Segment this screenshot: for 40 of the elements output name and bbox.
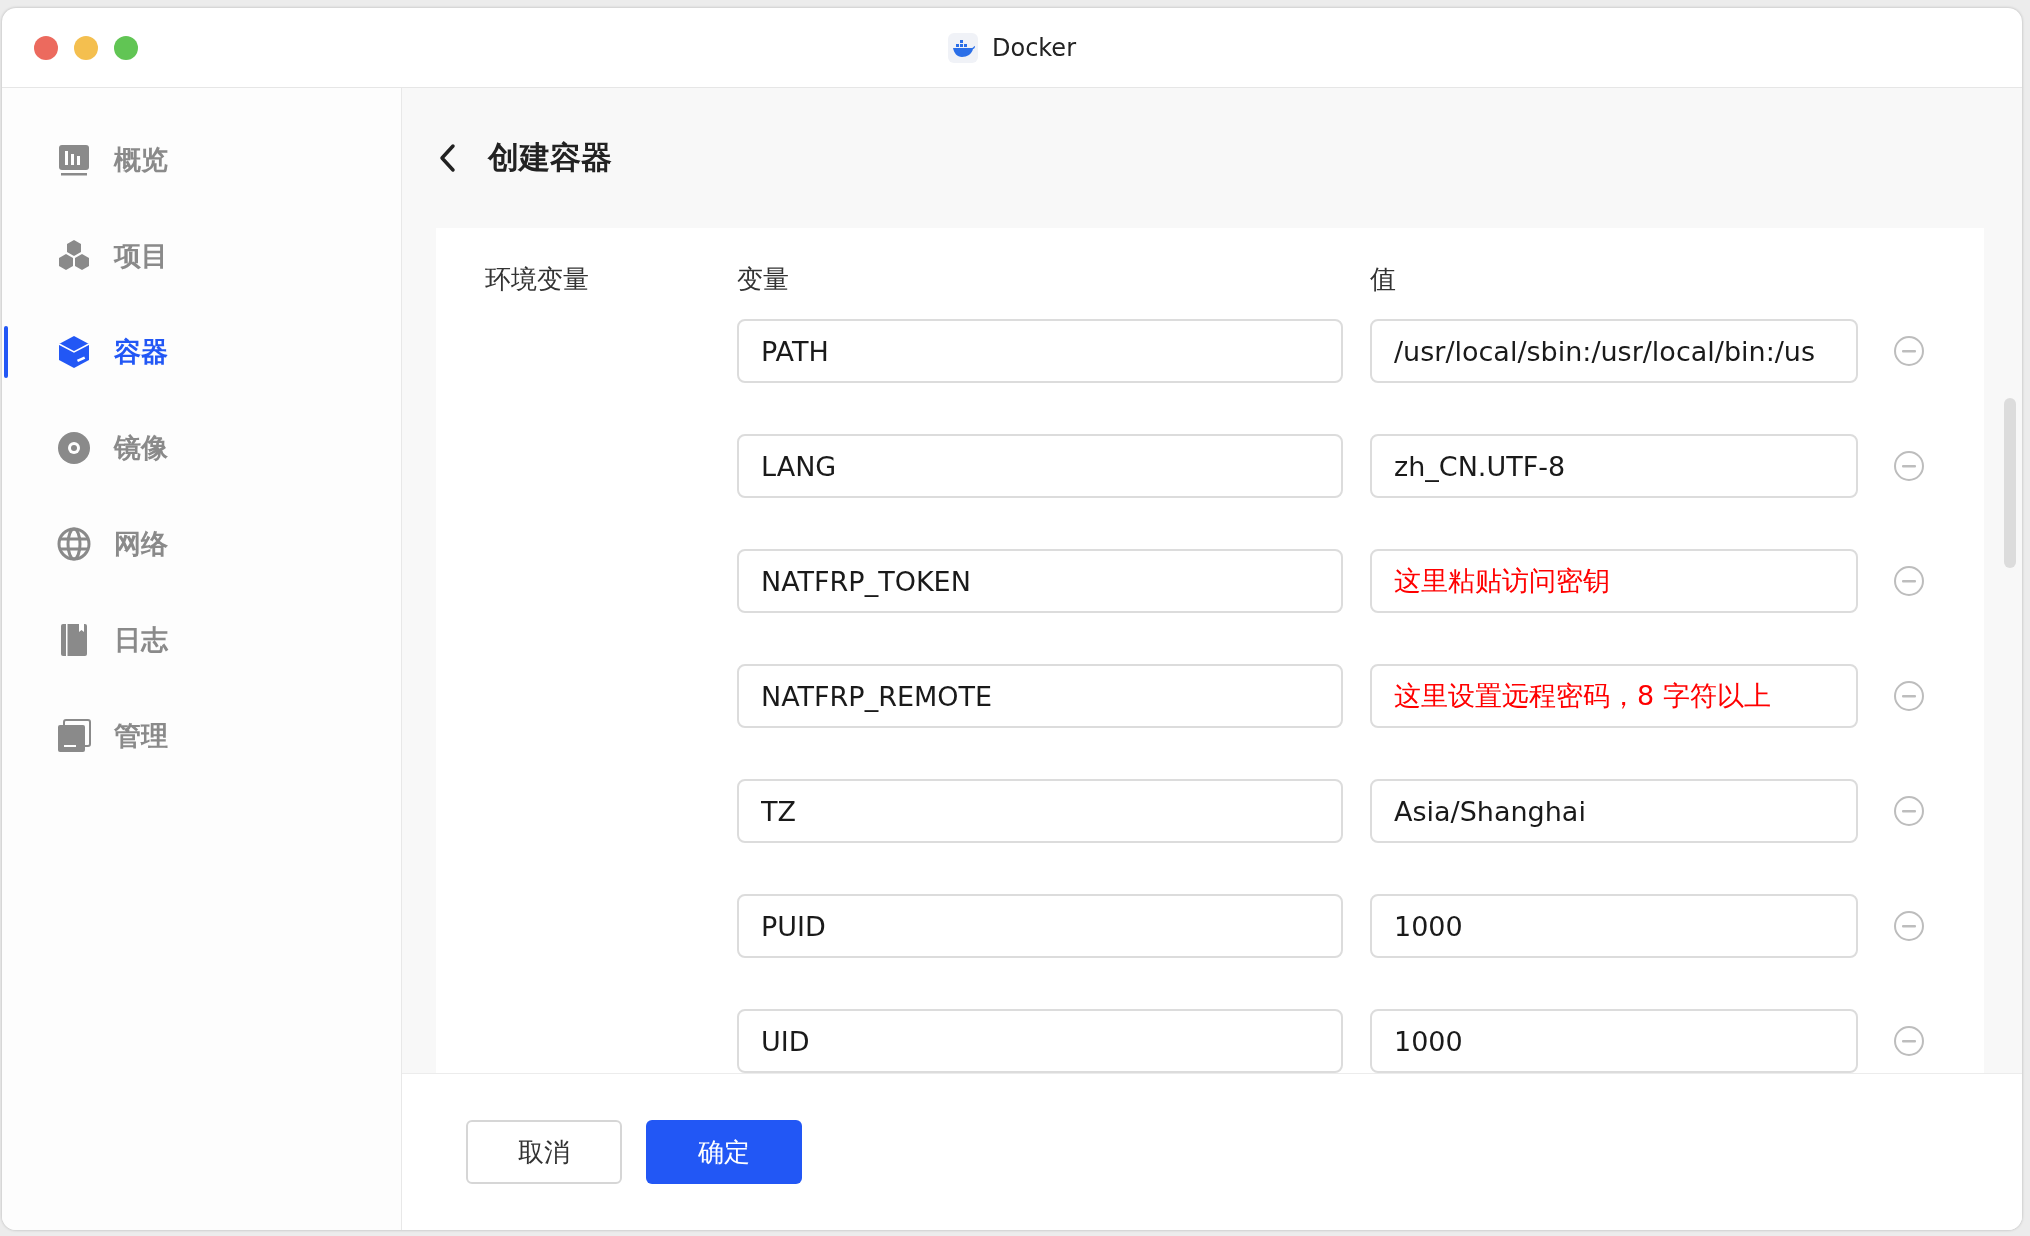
variable-input[interactable]: PATH (737, 319, 1343, 383)
remove-icon[interactable] (1893, 450, 1925, 482)
remove-icon[interactable] (1893, 795, 1925, 827)
remove-icon[interactable] (1893, 910, 1925, 942)
scrollbar-thumb[interactable] (2004, 398, 2016, 568)
globe-icon (56, 526, 92, 562)
variable-input[interactable]: NATFRP_TOKEN (737, 549, 1343, 613)
page-title: 创建容器 (488, 138, 612, 177)
value-input[interactable]: 1000 (1370, 1009, 1858, 1073)
zoom-button[interactable] (114, 35, 138, 60)
minimize-button[interactable] (74, 35, 98, 60)
remove-icon[interactable] (1893, 335, 1925, 367)
value-input[interactable]: /usr/local/sbin:/usr/local/bin:/us (1370, 319, 1858, 383)
value-input[interactable]: Asia/Shanghai (1370, 779, 1858, 843)
section-label: 环境变量 (485, 263, 590, 296)
remove-icon[interactable] (1893, 680, 1925, 712)
column-header: 值 (1370, 263, 1397, 296)
cancel-button[interactable]: 取消 (466, 1120, 622, 1184)
window-stack-icon (56, 718, 92, 754)
remove-icon[interactable] (1893, 1025, 1925, 1057)
chevron-left-icon (438, 143, 456, 173)
close-button[interactable] (34, 35, 58, 60)
window-title: Docker (991, 33, 1076, 62)
variable-input[interactable]: UID (737, 1009, 1343, 1073)
confirm-button[interactable]: 确定 (646, 1120, 802, 1184)
value-input[interactable]: 1000 (1370, 894, 1858, 958)
variable-input[interactable]: TZ (737, 779, 1343, 843)
whale-icon (947, 32, 978, 63)
value-input[interactable]: zh_CN.UTF-8 (1370, 434, 1858, 498)
variable-input[interactable]: NATFRP_REMOTE (737, 664, 1343, 728)
sidebar-item[interactable]: 容器 (2, 304, 401, 400)
remove-icon[interactable] (1893, 565, 1925, 597)
column-header: 变量 (737, 263, 790, 296)
box-icon (56, 334, 92, 370)
value-input[interactable]: 这里粘贴访问密钥 (1370, 549, 1858, 613)
bar-chart-icon (56, 142, 92, 178)
value-input[interactable]: 这里设置远程密码，8 字符以上 (1370, 664, 1858, 728)
disc-icon (56, 430, 92, 466)
variable-input[interactable]: LANG (737, 434, 1343, 498)
variable-input[interactable]: PUID (737, 894, 1343, 958)
